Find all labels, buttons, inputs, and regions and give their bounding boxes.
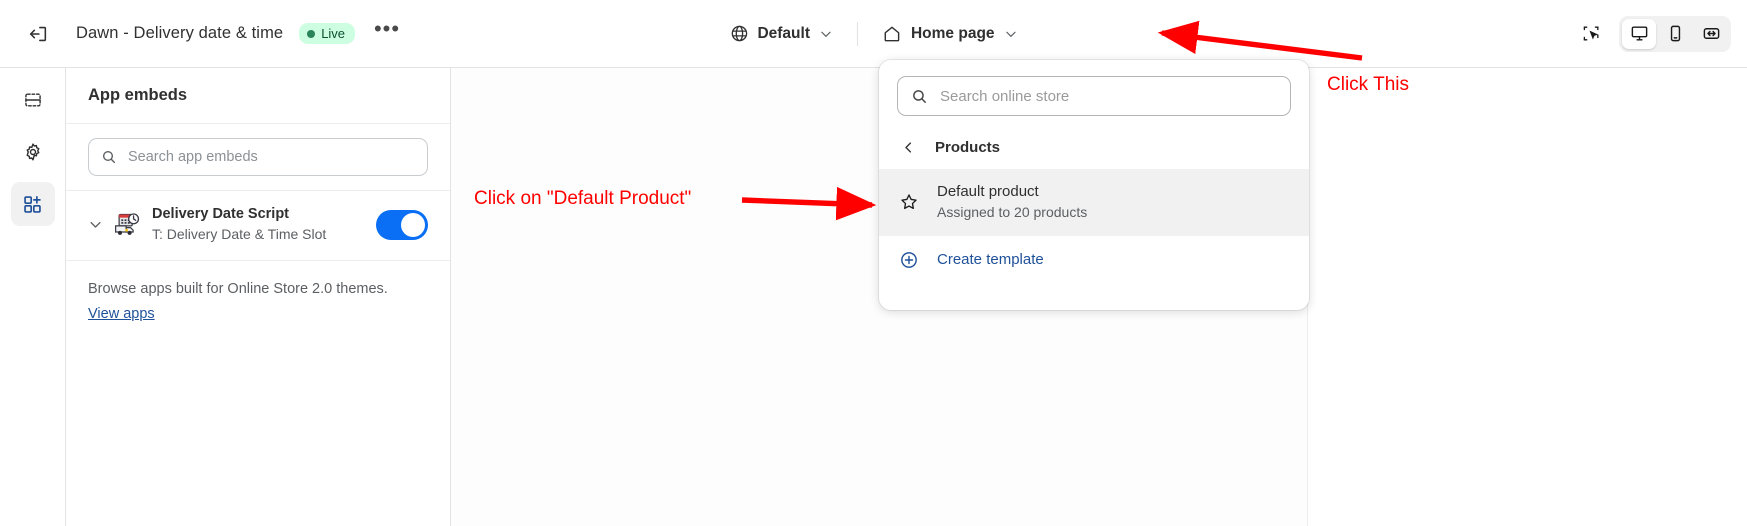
chevron-left-icon (901, 140, 916, 155)
dropdown-back-label: Products (935, 139, 1001, 156)
status-badge: Live (299, 23, 356, 44)
view-mode-group (1619, 15, 1731, 52)
more-options-button[interactable]: ••• (369, 18, 405, 50)
delivery-truck-calendar-icon (112, 210, 142, 240)
plus-circle-icon (899, 250, 919, 270)
search-icon (911, 88, 928, 105)
fullwidth-view-icon[interactable] (1694, 19, 1728, 49)
create-template-label: Create template (937, 251, 1044, 269)
dropdown-search-input[interactable] (940, 87, 1277, 105)
panel-search-container (66, 124, 450, 191)
panel-title: App embeds (66, 68, 450, 124)
page-selector[interactable]: Home page (872, 18, 1028, 50)
select-tool-icon[interactable] (1573, 18, 1609, 50)
sidebar-item-app-embeds[interactable] (10, 182, 55, 226)
annotation-text-click-this: Click This (1327, 74, 1409, 95)
view-apps-link[interactable]: View apps (88, 306, 155, 322)
app-embed-title: Delivery Date Script (152, 206, 290, 222)
app-embed-toggle[interactable] (376, 209, 428, 240)
chevron-down-icon[interactable] (84, 214, 106, 236)
search-input[interactable] (128, 149, 415, 165)
dropdown-item-title: Default product (937, 183, 1039, 200)
dropdown-item-default-product[interactable]: Default product Assigned to 20 products (879, 169, 1309, 236)
home-icon (882, 24, 902, 44)
toggle-knob (401, 212, 425, 237)
app-embed-text: Delivery Date Script T: Delivery Date & … (152, 205, 376, 244)
exit-icon[interactable] (18, 14, 58, 54)
app-embeds-icon (22, 194, 43, 215)
browse-apps-text: Browse apps built for Online Store 2.0 t… (88, 281, 388, 298)
theme-editor-window: Dawn - Delivery date & time Live ••• Def… (0, 0, 1747, 526)
status-dot-icon (307, 29, 316, 38)
search-icon (101, 149, 117, 165)
panel-footer: Browse apps built for Online Store 2.0 t… (66, 261, 450, 323)
app-embed-subtitle: T: Delivery Date & Time Slot (152, 225, 327, 242)
star-icon (899, 192, 919, 212)
desktop-view-icon[interactable] (1622, 18, 1656, 49)
create-template-button[interactable]: Create template (879, 236, 1309, 286)
sidebar-item-settings[interactable] (11, 130, 55, 174)
dropdown-item-subtitle: Assigned to 20 products (937, 204, 1088, 221)
top-bar-center: Default Home page (719, 0, 1027, 67)
app-embed-item[interactable]: Delivery Date Script T: Delivery Date & … (66, 191, 450, 262)
annotation-text-default-product: Click on "Default Product" (474, 188, 692, 209)
market-selector[interactable]: Default (719, 18, 843, 49)
divider (856, 21, 858, 46)
chevron-down-icon (819, 27, 833, 41)
sections-icon (23, 90, 43, 110)
left-rail (0, 68, 66, 526)
top-bar-right (1573, 15, 1731, 52)
gear-icon (23, 142, 43, 162)
globe-icon (729, 24, 748, 43)
dropdown-back-products[interactable]: Products (879, 128, 1309, 169)
top-bar: Dawn - Delivery date & time Live ••• Def… (0, 0, 1747, 68)
chevron-down-icon (1004, 27, 1018, 41)
page-selector-dropdown: Products Default product Assigned to 20 … (879, 60, 1309, 310)
page-title: Dawn - Delivery date & time (76, 24, 284, 42)
page-selector-label: Home page (910, 24, 995, 42)
search-online-store-field[interactable] (897, 76, 1291, 116)
status-badge-label: Live (321, 26, 346, 41)
dropdown-search-container (879, 60, 1309, 128)
dropdown-item-text: Default product Assigned to 20 products (937, 181, 1087, 223)
sidebar-item-sections[interactable] (11, 78, 55, 122)
search-app-embeds-field[interactable] (88, 138, 428, 176)
top-bar-left: Dawn - Delivery date & time Live ••• (0, 14, 405, 54)
app-embeds-panel: App embeds Search app embeds Delivery Da… (66, 68, 451, 526)
market-selector-label: Default (757, 24, 810, 42)
mobile-view-icon[interactable] (1658, 19, 1692, 49)
